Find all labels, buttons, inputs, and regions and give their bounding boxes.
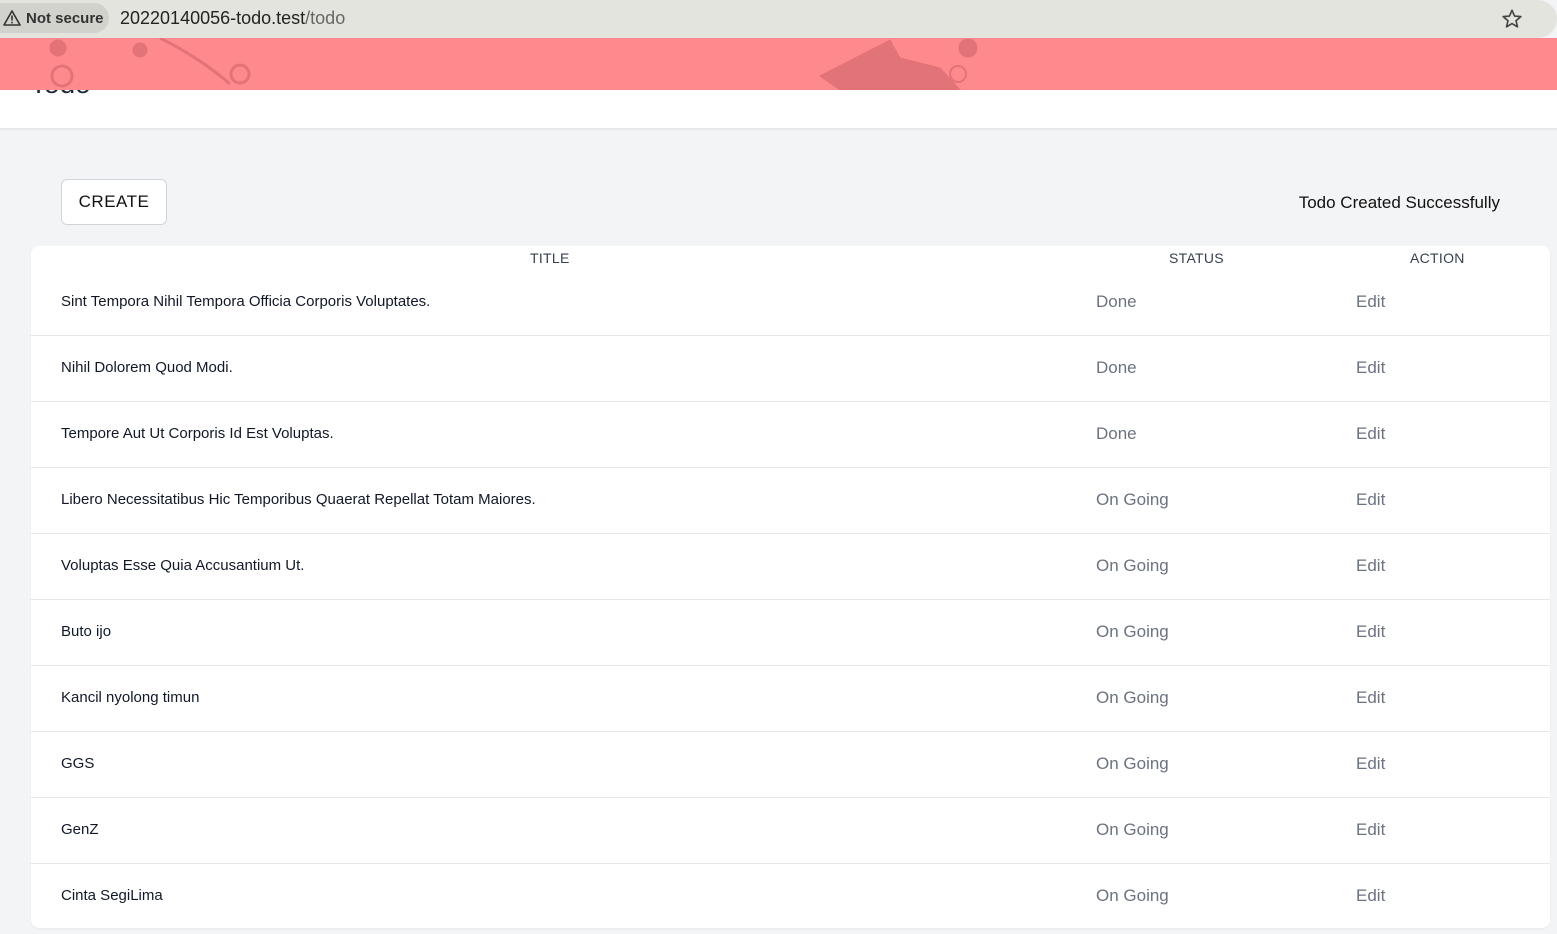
table-row: Kancil nyolong timun On Going Edit [31,666,1550,732]
todo-status: On Going [1096,886,1169,905]
todo-title: GenZ [61,821,99,838]
todo-status: On Going [1096,820,1169,839]
edit-link[interactable]: Edit [1356,292,1385,312]
table-row: GGS On Going Edit [31,732,1550,798]
page-title: Todo [30,90,91,100]
todo-title: Buto ijo [61,623,112,640]
todo-title: Kancil nyolong timun [61,689,200,706]
table-row: Buto ijo On Going Edit [31,600,1550,666]
todo-title: Voluptas Esse Quia Accusantium Ut. [61,557,305,574]
edit-link[interactable]: Edit [1356,622,1385,642]
page-header: Todo [0,90,1557,129]
todo-status: On Going [1096,622,1169,641]
edit-link[interactable]: Edit [1356,754,1385,774]
column-header-action: ACTION [1410,250,1465,266]
todo-status: Done [1096,358,1137,377]
flash-message: Todo Created Successfully [1298,193,1500,212]
create-button[interactable]: CREATE [61,179,167,225]
table-row: Sint Tempora Nihil Tempora Officia Corpo… [31,270,1550,336]
edit-link[interactable]: Edit [1356,886,1385,906]
todo-status: On Going [1096,754,1169,773]
edit-link[interactable]: Edit [1356,490,1385,510]
url-host: 20220140056-todo.test [120,8,306,28]
column-header-status: STATUS [1169,250,1224,266]
todo-title: Tempore Aut Ut Corporis Id Est Voluptas. [61,425,334,442]
todo-status: On Going [1096,688,1169,707]
table-row: Voluptas Esse Quia Accusantium Ut. On Go… [31,534,1550,600]
table-header: TITLE STATUS ACTION [31,246,1550,270]
browser-address-bar[interactable]: Not secure 20220140056-todo.test/todo [0,0,1557,38]
table-row: Nihil Dolorem Quod Modi. Done Edit [31,336,1550,402]
warning-triangle-icon [3,10,21,26]
todo-title: Cinta SegiLima [61,887,163,904]
todo-title: Sint Tempora Nihil Tempora Officia Corpo… [61,293,431,310]
url-path: /todo [305,8,346,28]
todo-title: GGS [61,755,95,772]
edit-link[interactable]: Edit [1356,688,1385,708]
column-header-title: TITLE [530,250,570,266]
decorative-banner [0,38,1557,90]
table-row: Tempore Aut Ut Corporis Id Est Voluptas.… [31,402,1550,468]
url-text[interactable]: 20220140056-todo.test/todo [120,8,345,29]
edit-link[interactable]: Edit [1356,424,1385,444]
todo-title: Nihil Dolorem Quod Modi. [61,359,233,376]
table-row: Cinta SegiLima On Going Edit [31,864,1550,928]
edit-link[interactable]: Edit [1356,556,1385,576]
todo-table: TITLE STATUS ACTION Sint Tempora Nihil T… [31,246,1550,928]
edit-link[interactable]: Edit [1356,358,1385,378]
todo-title: Libero Necessitatibus Hic Temporibus Qua… [61,491,536,508]
todo-status: Done [1096,424,1137,443]
table-row: Libero Necessitatibus Hic Temporibus Qua… [31,468,1550,534]
todo-status: On Going [1096,490,1169,509]
edit-link[interactable]: Edit [1356,820,1385,840]
todo-status: Done [1096,292,1137,311]
security-indicator[interactable]: Not secure [0,3,109,33]
table-row: GenZ On Going Edit [31,798,1550,864]
banner-pattern [49,38,978,90]
security-label: Not secure [26,9,104,27]
todo-status: On Going [1096,556,1169,575]
star-icon[interactable] [1501,8,1523,30]
